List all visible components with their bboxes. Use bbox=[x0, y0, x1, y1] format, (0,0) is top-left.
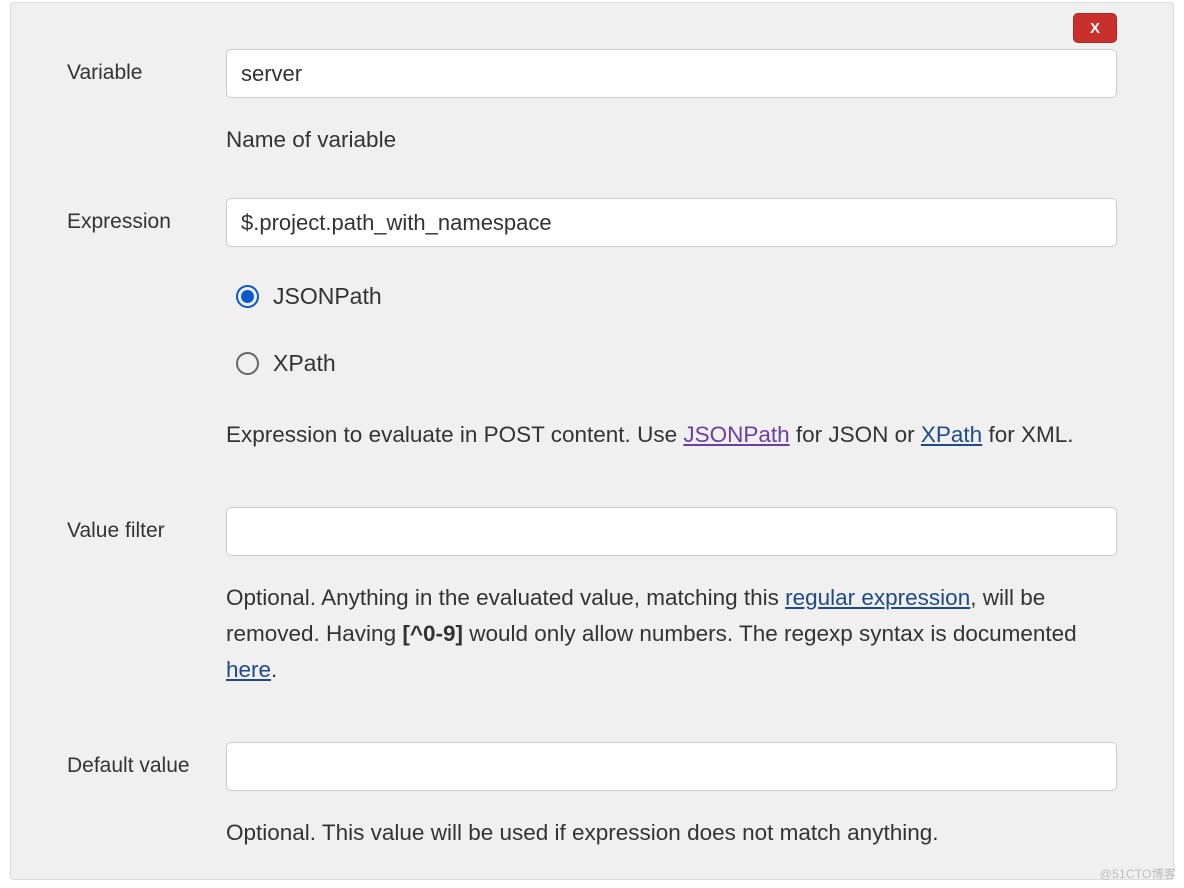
field-default-value: Optional. This value will be used if exp… bbox=[226, 742, 1117, 851]
radio-xpath-label: XPath bbox=[273, 350, 336, 377]
radio-jsonpath[interactable]: JSONPath bbox=[226, 283, 382, 310]
row-value-filter: Value filter Optional. Anything in the e… bbox=[67, 507, 1117, 688]
row-default-value: Default value Optional. This value will … bbox=[67, 742, 1117, 851]
expression-type-radios: JSONPath XPath bbox=[226, 283, 1117, 377]
radio-checked-icon bbox=[236, 285, 259, 308]
close-button[interactable]: X bbox=[1073, 13, 1117, 43]
radio-unchecked-icon bbox=[236, 352, 259, 375]
variable-input[interactable] bbox=[226, 49, 1117, 98]
value-filter-input[interactable] bbox=[226, 507, 1117, 556]
label-value-filter: Value filter bbox=[67, 507, 226, 543]
form-panel: X Variable Name of variable Expression J… bbox=[10, 2, 1174, 880]
label-variable: Variable bbox=[67, 49, 226, 85]
link-regular-expression[interactable]: regular expression bbox=[785, 585, 970, 610]
row-expression: Expression JSONPath XPath Expression to … bbox=[67, 198, 1117, 453]
help-expression: Expression to evaluate in POST content. … bbox=[226, 417, 1117, 453]
link-xpath[interactable]: XPath bbox=[921, 422, 982, 447]
help-text: Optional. Anything in the evaluated valu… bbox=[226, 585, 785, 610]
field-expression: JSONPath XPath Expression to evaluate in… bbox=[226, 198, 1117, 453]
help-default-value: Optional. This value will be used if exp… bbox=[226, 815, 1117, 851]
label-default-value: Default value bbox=[67, 742, 226, 778]
form: Variable Name of variable Expression JSO… bbox=[11, 3, 1173, 851]
radio-jsonpath-label: JSONPath bbox=[273, 283, 382, 310]
expression-input[interactable] bbox=[226, 198, 1117, 247]
help-text: would only allow numbers. The regexp syn… bbox=[463, 621, 1077, 646]
help-regex-example: [^0-9] bbox=[402, 621, 463, 646]
help-value-filter: Optional. Anything in the evaluated valu… bbox=[226, 580, 1117, 688]
default-value-input[interactable] bbox=[226, 742, 1117, 791]
field-value-filter: Optional. Anything in the evaluated valu… bbox=[226, 507, 1117, 688]
help-variable: Name of variable bbox=[226, 122, 1117, 158]
help-text: . bbox=[271, 657, 277, 682]
help-text: for XML. bbox=[982, 422, 1073, 447]
radio-xpath[interactable]: XPath bbox=[226, 350, 336, 377]
row-variable: Variable Name of variable bbox=[67, 49, 1117, 158]
watermark: @51CTO博客 bbox=[1100, 865, 1176, 882]
label-expression: Expression bbox=[67, 198, 226, 234]
link-jsonpath[interactable]: JSONPath bbox=[683, 422, 789, 447]
field-variable: Name of variable bbox=[226, 49, 1117, 158]
help-text: Expression to evaluate in POST content. … bbox=[226, 422, 683, 447]
help-text: for JSON or bbox=[790, 422, 921, 447]
link-regex-docs[interactable]: here bbox=[226, 657, 271, 682]
